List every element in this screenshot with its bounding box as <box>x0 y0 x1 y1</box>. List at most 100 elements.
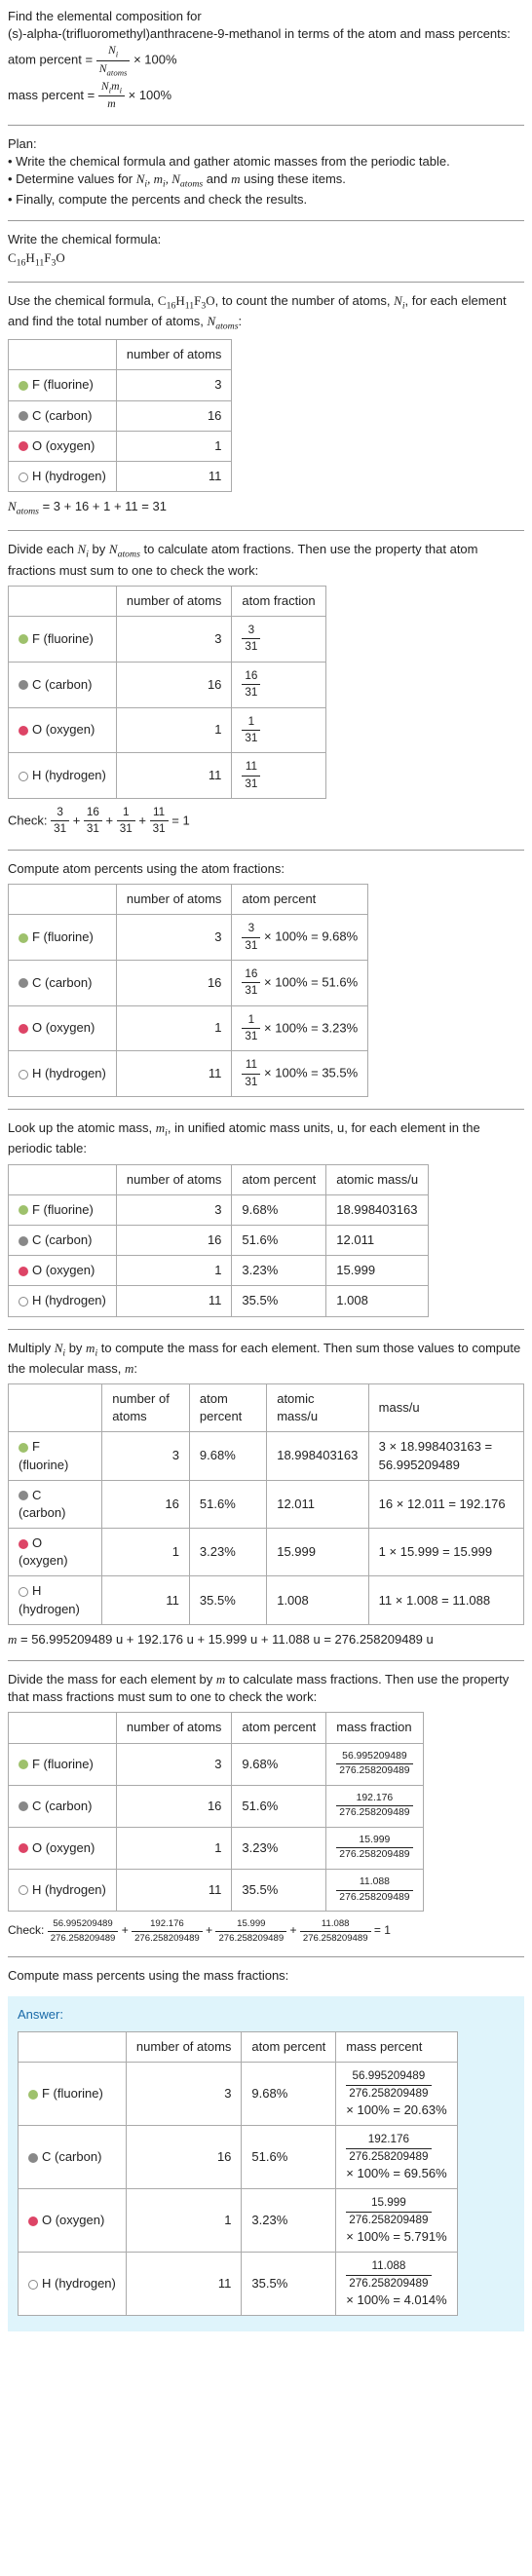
text: • Determine values for <box>8 171 136 186</box>
den: 276.258209489 <box>346 2276 431 2292</box>
text: , to count the number of atoms, <box>215 293 395 308</box>
mass-calc: 16 × 12.011 = 192.176 <box>368 1480 523 1528</box>
element-dot-icon <box>28 2090 38 2100</box>
den: 31 <box>117 821 135 837</box>
atomic-mass: 1.008 <box>267 1576 368 1624</box>
num: 1 <box>242 1012 260 1029</box>
atom-percent: 3.23% <box>242 2189 336 2253</box>
fraction: Nimi m <box>98 79 125 113</box>
col-noa: number of atoms <box>116 1164 232 1194</box>
num: 11 <box>242 759 260 776</box>
pct: × 100% = 51.6% <box>260 974 358 989</box>
den: 31 <box>242 1075 260 1090</box>
table-row: O (oxygen)1 <box>9 431 232 461</box>
num: 11.088 <box>336 1875 412 1891</box>
table-header-row: number of atomsatom percentmass fraction <box>9 1713 424 1743</box>
atom-count: 1 <box>102 1529 190 1576</box>
num: 1 <box>242 714 260 731</box>
num: 56.995209489 <box>346 2068 431 2085</box>
element-dot-icon <box>19 1491 28 1500</box>
intro-line1: Find the elemental composition for <box>8 8 524 25</box>
pct: × 100% = 9.68% <box>260 928 358 943</box>
atom-percent: 331 × 100% = 9.68% <box>232 915 368 961</box>
den: 276.258209489 <box>346 2149 431 2165</box>
element-dot-icon <box>19 978 28 988</box>
colon: : <box>238 314 242 328</box>
masspct-text: Compute mass percents using the mass fra… <box>8 1967 524 1985</box>
pct: × 100% = 35.5% <box>260 1066 358 1080</box>
atom-percent: 1631 × 100% = 51.6% <box>232 960 368 1005</box>
col-mass-percent: mass percent <box>336 2032 457 2063</box>
plan-bullet-1: • Write the chemical formula and gather … <box>8 153 524 170</box>
atomic-mass: 15.999 <box>267 1529 368 1576</box>
element-name: H (hydrogen) <box>32 1066 106 1080</box>
text: Use the chemical formula, <box>8 293 158 308</box>
element-name: C (carbon) <box>42 2149 101 2164</box>
atom-percent: 9.68% <box>232 1743 326 1785</box>
atom-percent-table: number of atomsatom percent F (fluorine)… <box>8 884 368 1097</box>
atomic-mass: 12.011 <box>267 1480 368 1528</box>
col-noa: number of atoms <box>126 2032 242 2063</box>
table-row: H (hydrogen)1135.5%11.088276.258209489× … <box>19 2253 458 2316</box>
formula-heading: Write the chemical formula: <box>8 231 524 248</box>
atom-count: 3 <box>126 2063 242 2126</box>
table-row: F (fluorine)39.68%56.995209489276.258209… <box>9 1743 424 1785</box>
table-row: H (hydrogen)111131 <box>9 753 326 799</box>
den: 31 <box>242 1029 260 1044</box>
atom-count: 16 <box>126 2126 242 2189</box>
atom-percent-section: Compute atom percents using the atom fra… <box>8 860 524 1097</box>
element-name: F (fluorine) <box>42 2086 103 2101</box>
atom-percent-formula: atom percent = Ni Natoms × 100% <box>8 43 524 78</box>
var-ni: Ni <box>394 293 404 308</box>
divider <box>8 1956 524 1957</box>
table-header-row: number of atomsatom percent <box>9 884 368 914</box>
element-dot-icon <box>19 1801 28 1811</box>
atom-percent: 51.6% <box>232 1785 326 1827</box>
element-dot-icon <box>28 2280 38 2290</box>
atom-count: 3 <box>116 1743 232 1785</box>
table-row: H (hydrogen)11 <box>9 462 232 492</box>
var-m: m <box>231 171 240 186</box>
col-ap: atom percent <box>189 1383 266 1431</box>
atom-count: 16 <box>116 1785 232 1827</box>
table-row: F (fluorine)3 <box>9 370 232 400</box>
atom-percent: 9.68% <box>232 1194 326 1225</box>
atompct-text: Compute atom percents using the atom fra… <box>8 860 524 878</box>
num: 16 <box>84 805 102 821</box>
mass-percent: 56.995209489276.258209489× 100% = 20.63% <box>336 2063 457 2126</box>
table-row: O (oxygen)13.23%15.999276.258209489× 100… <box>19 2189 458 2253</box>
mass-fraction: 11.088276.258209489 <box>326 1869 423 1911</box>
mass-calc: 3 × 18.998403163 = 56.995209489 <box>368 1432 523 1480</box>
num: 11 <box>242 1057 260 1074</box>
table-row: C (carbon)161631 <box>9 662 326 707</box>
atom-percent: 35.5% <box>189 1576 266 1624</box>
element-dot-icon <box>19 381 28 391</box>
table-header-row: number of atomsatom percentatomic mass/u… <box>9 1383 524 1431</box>
var-natoms: Natoms <box>208 314 239 328</box>
result: × 100% = 20.63% <box>346 2102 446 2117</box>
mass-percent-label: mass percent = <box>8 88 95 102</box>
den: 31 <box>242 639 260 655</box>
mass-percent: 11.088276.258209489× 100% = 4.014% <box>336 2253 457 2316</box>
den: 31 <box>242 938 260 954</box>
element-name: H (hydrogen) <box>19 1583 80 1615</box>
answer-table: number of atomsatom percentmass percent … <box>18 2031 458 2316</box>
table-row: O (oxygen)13.23%15.999 <box>9 1256 429 1286</box>
atomicmass-text: Look up the atomic mass, mi, in unified … <box>8 1119 524 1157</box>
mass-calc: 1 × 15.999 = 15.999 <box>368 1529 523 1576</box>
atom-count: 11 <box>116 1051 232 1097</box>
element-dot-icon <box>19 680 28 690</box>
denominator: Natoms <box>96 61 131 79</box>
natoms-equation: Natoms = 3 + 16 + 1 + 11 = 31 <box>8 498 524 518</box>
element-dot-icon <box>19 1760 28 1769</box>
atom-count: 3 <box>102 1432 190 1480</box>
element-name: C (carbon) <box>32 1232 92 1247</box>
check-eq: = 1 <box>171 813 189 827</box>
element-dot-icon <box>19 1236 28 1246</box>
table-header-row: number of atoms <box>9 340 232 370</box>
num: 11.088 <box>346 2258 431 2275</box>
element-dot-icon <box>28 2216 38 2226</box>
times-100: × 100% <box>129 88 171 102</box>
atom-count: 16 <box>116 400 232 431</box>
element-name: F (fluorine) <box>32 1757 94 1771</box>
